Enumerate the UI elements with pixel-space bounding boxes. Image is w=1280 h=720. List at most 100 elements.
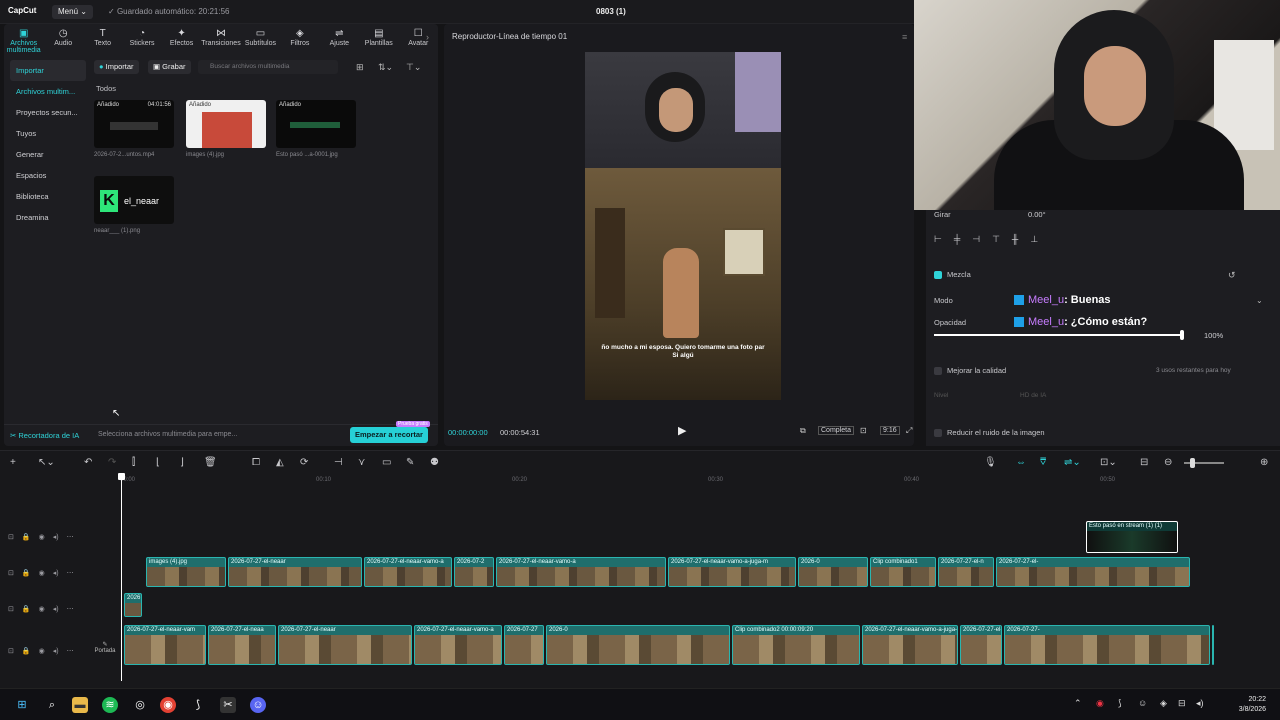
tab-effects[interactable]: ✦ Efectos [162, 24, 201, 52]
eye-icon[interactable]: ◉ [39, 606, 45, 613]
tray-nvidia-icon[interactable]: ◈ [1160, 698, 1167, 709]
person-icon[interactable]: ⚉ [430, 457, 439, 468]
timeline-clip[interactable]: 2026-07-27-el-neaa [208, 625, 276, 665]
eye-icon[interactable]: ◉ [39, 648, 45, 655]
playhead-handle[interactable] [118, 473, 125, 480]
audio-icon[interactable]: ◂) [53, 606, 59, 613]
snap-icon[interactable]: ⇌⌄ [1064, 457, 1081, 468]
freeze-icon[interactable]: ⊣ [334, 457, 343, 468]
audio-icon[interactable]: ◂) [53, 570, 59, 577]
steam-icon[interactable]: ⟆ [190, 697, 206, 713]
sidebar-item[interactable]: Importar [10, 60, 86, 81]
timeline-clip[interactable]: 2026-07-27-el-neaar-vamo-a [414, 625, 502, 665]
sidebar-item[interactable]: Proyectos secun... [10, 102, 86, 123]
quality-section[interactable]: Mejorar la calidad [934, 366, 1006, 376]
link-icon[interactable]: ⇔ [1016, 457, 1026, 468]
media-thumbnail[interactable]: Añadido [276, 100, 356, 148]
tab-template[interactable]: ▤ Plantillas [359, 24, 398, 52]
add-icon[interactable]: + [10, 457, 16, 468]
more-icon[interactable]: ⋯ [67, 606, 74, 613]
timeline-clip[interactable]: 2026-07-27 [504, 625, 544, 665]
aspect-ratio-button[interactable]: 9:16 [880, 426, 900, 435]
eye-icon[interactable]: ◉ [39, 570, 45, 577]
search-icon[interactable]: ⌕ [44, 697, 60, 713]
tray-steam-icon[interactable]: ⟆ [1118, 698, 1122, 709]
timeline-ruler[interactable]: 00:00 00:10 00:20 00:30 00:40 00:50 [120, 475, 1280, 487]
lock-icon[interactable]: 🔒 [22, 570, 31, 577]
timeline-clip[interactable]: images (4).jpg [146, 557, 226, 587]
opacity-value[interactable]: 100% [1204, 331, 1223, 340]
fit-timeline-icon[interactable]: ⊟ [1140, 457, 1148, 468]
opacity-slider-handle[interactable] [1180, 330, 1184, 340]
sidebar-item[interactable]: Espacios [10, 165, 86, 186]
spotify-icon[interactable]: ≋ [102, 697, 118, 713]
sidebar-item[interactable]: Tuyos [10, 123, 86, 144]
redo-icon[interactable]: ↷ [108, 457, 116, 468]
undo-icon[interactable]: ↶ [84, 457, 92, 468]
lock-icon[interactable]: 🔒 [22, 648, 31, 655]
start-crop-button[interactable]: Empezar a recortar [350, 427, 428, 443]
cover-icon[interactable]: ⊡ [8, 570, 14, 577]
timeline-clip[interactable]: 2026-0 [546, 625, 730, 665]
subtitle-track-icon[interactable]: ▭ [382, 457, 391, 468]
playhead[interactable] [121, 475, 122, 681]
mic-icon[interactable]: 🎙 [984, 457, 997, 468]
chrome-icon[interactable]: ◉ [160, 697, 176, 713]
mode-dropdown-icon[interactable]: ⌄ [1256, 296, 1263, 305]
timeline-clip[interactable]: 2026-07-27-el-neaar-vamo-a [364, 557, 452, 587]
split-icon[interactable]: ⫿ [132, 457, 135, 468]
more-icon[interactable]: ⋯ [67, 648, 74, 655]
align-middle-icon[interactable]: ╫ [1012, 234, 1018, 248]
lock-icon[interactable]: 🔒 [22, 534, 31, 541]
media-item[interactable]: K el_neaar neaar___ (1).png [94, 176, 174, 234]
timeline-clip[interactable]: 2026-07-2 [454, 557, 494, 587]
sidebar-item[interactable]: Archivos multim... [10, 81, 86, 102]
timeline-clip[interactable]: 2026-07-27-el- [996, 557, 1190, 587]
timeline-clip[interactable]: Clip combinado1 [870, 557, 936, 587]
windows-start-icon[interactable]: ⊞ [14, 697, 30, 713]
align-left-icon[interactable]: ⊢ [934, 234, 942, 248]
audio-icon[interactable]: ◂) [53, 648, 59, 655]
obs-icon[interactable]: ◎ [132, 697, 148, 713]
video-preview[interactable]: ño mucho a mi esposa. Quiero tomarme una… [585, 52, 781, 400]
volume-icon[interactable]: ◂) [1196, 698, 1204, 709]
media-thumbnail[interactable]: Añadido [186, 100, 266, 148]
zoom-out-icon[interactable]: ⊖ [1164, 457, 1172, 468]
fullscreen-icon[interactable]: ⤢ [906, 426, 912, 436]
tray-chevron-icon[interactable]: ⌃ [1074, 698, 1082, 709]
split-right-icon[interactable]: ⌋ [180, 457, 184, 468]
blend-checkbox[interactable] [934, 271, 942, 280]
timeline-clip[interactable]: 2026-07-27-el-neaar-vamo-a [496, 557, 666, 587]
tab-transition[interactable]: ⋈ Transiciones [201, 24, 240, 52]
capcut-taskbar-icon[interactable]: ✂ [220, 697, 236, 713]
filter-icon[interactable]: ⊤⌄ [406, 62, 421, 73]
menu-button[interactable]: Menú ⌄ [52, 5, 93, 19]
discord-icon[interactable]: ☺ [250, 697, 266, 713]
full-quality-button[interactable]: Completa [818, 426, 854, 435]
media-item[interactable]: Añadido 04:01:56 2026-07-2...untos.mp4 [94, 100, 174, 158]
sort-icon[interactable]: ⇅⌄ [378, 62, 393, 73]
cover-icon[interactable]: ⊡ [8, 648, 14, 655]
timeline-clip[interactable]: 2026-07-27-el-n [938, 557, 994, 587]
zoom-slider-handle[interactable] [1190, 458, 1195, 468]
split-left-icon[interactable]: ⌊ [156, 457, 160, 468]
tab-sticker[interactable]: ◔ Stickers [122, 24, 161, 52]
grid-view-icon[interactable]: ⊞ [356, 62, 364, 73]
media-thumbnail[interactable]: K el_neaar [94, 176, 174, 224]
tab-media[interactable]: ▣ Archivos multimedia [4, 24, 43, 54]
select-tool-icon[interactable]: ↖⌄ [38, 457, 55, 468]
align-center-icon[interactable]: ╪ [954, 234, 960, 248]
network-icon[interactable]: ⊟ [1178, 698, 1186, 709]
eye-icon[interactable]: ◉ [39, 534, 45, 541]
tray-app-icon[interactable]: ◉ [1096, 698, 1104, 709]
tray-discord-icon[interactable]: ☺ [1138, 698, 1147, 708]
more-icon[interactable]: ⋯ [67, 570, 74, 577]
zoom-in-icon[interactable]: ⊕ [1260, 457, 1268, 468]
play-button[interactable]: ▶ [678, 424, 686, 437]
lock-icon[interactable]: 🔒 [22, 606, 31, 613]
noise-section[interactable]: Reducir el ruido de la imagen [934, 428, 1045, 438]
cover-icon[interactable]: ⊡ [8, 606, 14, 613]
speed-icon[interactable]: ⋎ [358, 457, 365, 468]
preview-axis-icon[interactable]: ⊡⌄ [1100, 457, 1117, 468]
magnet-icon[interactable]: ⩢ [1040, 457, 1046, 468]
